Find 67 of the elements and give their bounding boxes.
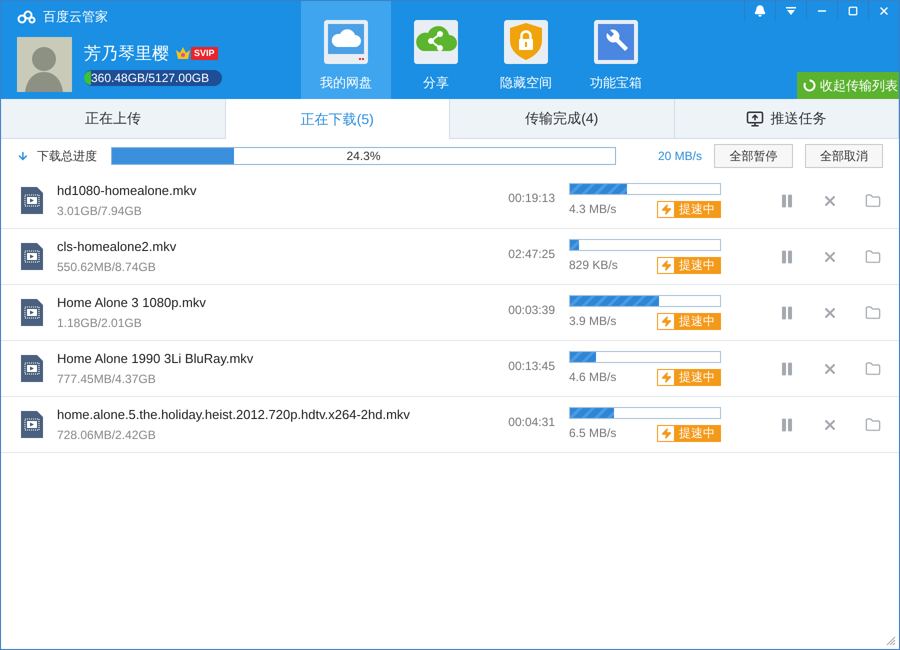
time-remaining: 00:04:31 bbox=[508, 415, 555, 429]
file-size: 1.18GB/2.01GB bbox=[57, 315, 143, 332]
folder-icon[interactable] bbox=[865, 360, 881, 376]
download-speed: 3.9 MB/s bbox=[569, 313, 616, 330]
transfer-tab[interactable]: 推送任务 bbox=[674, 99, 899, 138]
file-name: Home Alone 3 1080p.mkv bbox=[57, 294, 207, 312]
file-size: 777.45MB/4.37GB bbox=[57, 371, 157, 388]
file-name: home.alone.5.the.holiday.heist.2012.720p.hdtv.x264-2hd.mkv bbox=[57, 406, 411, 424]
video-file-icon bbox=[21, 411, 43, 438]
download-row[interactable]: Home Alone 1990 3Li BluRay.mkv 777.45MB/4.37GB 00:13:45 4.6 MB/s 提速中 bbox=[1, 341, 899, 397]
cloud-logo-icon bbox=[17, 10, 37, 24]
pause-icon[interactable] bbox=[779, 248, 795, 264]
avatar bbox=[17, 36, 72, 92]
pause-icon[interactable] bbox=[779, 360, 795, 376]
download-row[interactable]: hd1080-homealone.mkv 3.01GB/7.94GB 00:19:13 4.3 MB/s 提速中 bbox=[1, 173, 899, 229]
video-file-icon bbox=[21, 243, 43, 270]
folder-icon[interactable] bbox=[865, 304, 881, 320]
download-arrow-icon bbox=[17, 150, 29, 162]
download-speed: 829 KB/s bbox=[569, 257, 618, 274]
crown-icon bbox=[175, 45, 191, 62]
user-name: 芳乃琴里樱 bbox=[84, 42, 169, 64]
total-speed: 20 MB/s bbox=[657, 148, 702, 165]
video-file-icon bbox=[21, 187, 43, 214]
file-name: Home Alone 1990 3Li BluRay.mkv bbox=[57, 350, 254, 368]
total-progress-label: 下载总进度 bbox=[36, 148, 98, 165]
download-speed: 4.3 MB/s bbox=[569, 201, 616, 218]
resize-grip-icon bbox=[886, 636, 896, 646]
file-size: 728.06MB/2.42GB bbox=[57, 427, 157, 444]
svip-badge: SVIP bbox=[191, 46, 218, 60]
time-remaining: 00:19:13 bbox=[508, 191, 555, 205]
bulk-action-button[interactable]: 全部暂停 bbox=[714, 144, 793, 168]
file-size: 3.01GB/7.94GB bbox=[57, 203, 143, 220]
bulk-action-button[interactable]: 全部取消 bbox=[804, 144, 884, 168]
download-speed: 6.5 MB/s bbox=[569, 425, 616, 442]
lock-shield-icon bbox=[503, 19, 549, 65]
pause-icon[interactable] bbox=[779, 304, 795, 320]
transfer-tab[interactable]: 传输完成(4) bbox=[450, 99, 674, 138]
time-remaining: 00:13:45 bbox=[508, 359, 555, 373]
folder-icon[interactable] bbox=[865, 416, 881, 432]
pause-icon[interactable] bbox=[779, 192, 795, 208]
cloud-icon bbox=[323, 19, 369, 65]
file-name: cls-homealone2.mkv bbox=[57, 238, 178, 256]
download-row[interactable]: Home Alone 3 1080p.mkv 1.18GB/2.01GB 00:03:39 3.9 MB/s 提速中 bbox=[1, 285, 899, 341]
time-remaining: 00:03:39 bbox=[508, 303, 555, 317]
monitor-icon bbox=[746, 110, 764, 128]
file-name: hd1080-homealone.mkv bbox=[57, 182, 198, 200]
share-icon bbox=[413, 19, 459, 65]
boost-badge: 提速中 bbox=[657, 368, 721, 386]
download-speed: 4.6 MB/s bbox=[569, 369, 616, 386]
video-file-icon bbox=[21, 299, 43, 326]
download-row[interactable]: home.alone.5.the.holiday.heist.2012.720p.hdtv.x264-2hd.mkv 728.06MB/2.42GB 00:04:31 6.5 MB/s 提速中 bbox=[1, 397, 899, 453]
download-row[interactable]: cls-homealone2.mkv 550.62MB/8.74GB 02:47:25 829 KB/s 提速中 bbox=[1, 229, 899, 285]
app-title: 百度云管家 bbox=[43, 8, 108, 26]
quota-text: 360.48GB/5127.00GB bbox=[91, 70, 210, 87]
total-percent: 24.3% bbox=[345, 148, 382, 164]
boost-badge: 提速中 bbox=[657, 424, 721, 442]
folder-icon[interactable] bbox=[865, 248, 881, 264]
folder-icon[interactable] bbox=[865, 192, 881, 208]
quota-used-fill bbox=[84, 71, 91, 85]
boost-badge: 提速中 bbox=[657, 256, 721, 274]
boost-badge: 提速中 bbox=[657, 312, 721, 330]
boost-badge: 提速中 bbox=[657, 200, 721, 218]
wrench-icon bbox=[593, 19, 639, 65]
video-file-icon bbox=[21, 355, 43, 382]
file-size: 550.62MB/8.74GB bbox=[57, 259, 157, 276]
pause-icon[interactable] bbox=[779, 416, 795, 432]
time-remaining: 02:47:25 bbox=[508, 247, 555, 261]
